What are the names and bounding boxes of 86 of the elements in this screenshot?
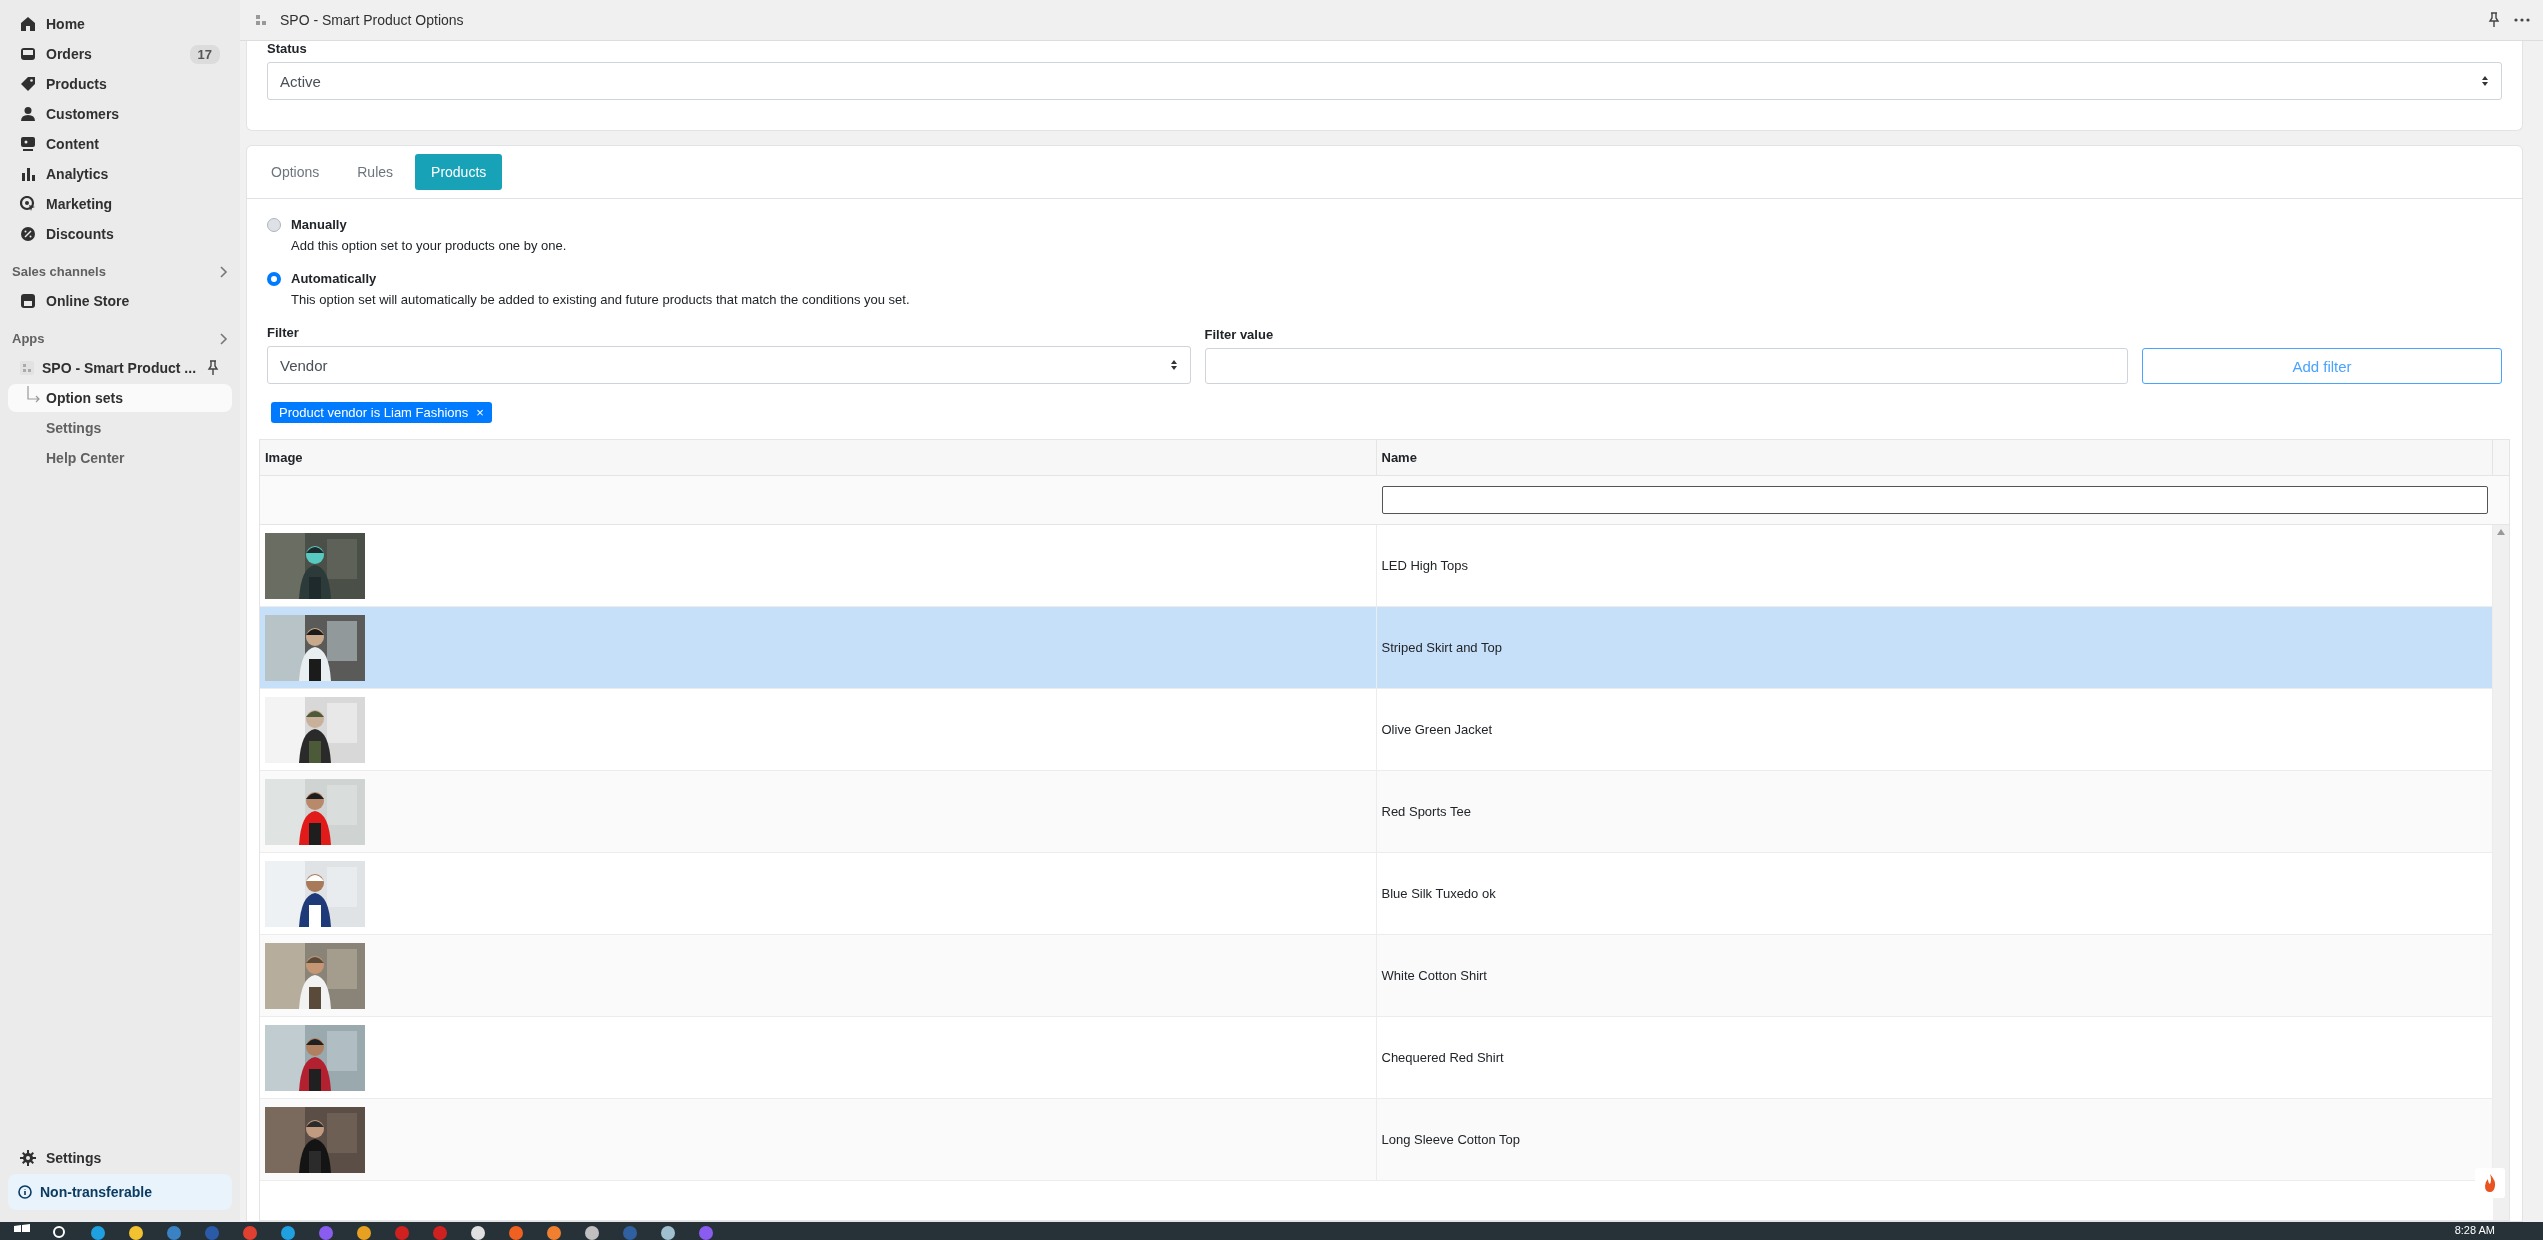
app-icon[interactable] <box>546 1224 562 1240</box>
person-icon <box>20 106 36 122</box>
table-cell: Chequered Red Shirt <box>1381 1050 1504 1065</box>
filter-tag: Product vendor is Liam Fashions × <box>271 402 492 423</box>
app-title: SPO - Smart Product Options <box>280 12 465 28</box>
app-icon[interactable] <box>280 1224 296 1240</box>
nav-item[interactable]: Settings <box>8 1144 232 1172</box>
app-icon <box>20 361 34 375</box>
search-icon[interactable] <box>52 1224 68 1240</box>
app-icon[interactable] <box>128 1224 144 1240</box>
more-icon[interactable] <box>2513 17 2531 23</box>
sort-arrows-icon <box>2481 75 2489 87</box>
count-badge: 17 <box>189 44 220 64</box>
settings-icon <box>20 1150 36 1166</box>
table-row[interactable]: White Cotton Shirt <box>260 935 2493 1017</box>
nav-item[interactable]: Customers <box>8 100 232 128</box>
table-cell: Red Sports Tee <box>1381 804 1471 819</box>
nav-item[interactable]: Products <box>8 70 232 98</box>
app-icon[interactable] <box>660 1224 676 1240</box>
column-header[interactable]: Name <box>1376 440 2493 475</box>
nav-item[interactable]: Marketing <box>8 190 232 218</box>
target-icon <box>20 196 36 212</box>
table-row[interactable]: Striped Skirt and Top <box>260 607 2493 689</box>
table-row[interactable]: Long Sleeve Cotton Top <box>260 1099 2493 1181</box>
app-name[interactable]: SPO - Smart Product ... <box>42 360 197 376</box>
inbox-icon <box>20 46 36 62</box>
filter-select[interactable]: Vendor <box>267 346 1191 384</box>
radio-description: Add this option set to your products one by one. <box>291 238 568 253</box>
radio-button[interactable] <box>267 218 281 232</box>
status-select[interactable]: Active <box>267 62 2502 100</box>
nav-item[interactable]: Option sets <box>8 384 232 412</box>
table-row[interactable]: Blue Silk Tuxedo ok <box>260 853 2493 935</box>
nav-item[interactable]: Online Store <box>8 287 232 315</box>
nav-item[interactable]: Analytics <box>8 160 232 188</box>
table-row[interactable]: Olive Green Jacket <box>260 689 2493 771</box>
table-cell: Blue Silk Tuxedo ok <box>1381 886 1496 901</box>
tab[interactable]: Options <box>255 154 336 190</box>
section-title: Apps <box>12 331 45 346</box>
pin-icon[interactable] <box>206 360 220 376</box>
bar-chart-icon <box>20 166 36 182</box>
table-row[interactable]: Chequered Red Shirt <box>260 1017 2493 1099</box>
table-row[interactable]: LED High Tops <box>260 525 2493 607</box>
name-filter-field[interactable] <box>1381 486 2488 514</box>
clock: 8:28 AM <box>2454 1224 2495 1236</box>
nav-item[interactable]: Home <box>8 10 232 38</box>
app-icon[interactable] <box>584 1224 600 1240</box>
home-icon <box>20 16 36 32</box>
pin-icon[interactable] <box>2487 12 2501 28</box>
field-label: Filter value <box>1204 327 1275 342</box>
nav-item[interactable]: Orders 17 <box>8 40 232 68</box>
app-icon[interactable] <box>356 1224 372 1240</box>
radio-button[interactable] <box>267 272 281 286</box>
table-cell: LED High Tops <box>1381 558 1468 573</box>
discount-icon <box>20 226 36 242</box>
table-cell: White Cotton Shirt <box>1381 968 1487 983</box>
nav-item[interactable]: Settings <box>8 414 232 442</box>
chevron-icon[interactable] <box>218 265 228 278</box>
filter-value-field[interactable] <box>1204 348 2128 384</box>
app-icon[interactable] <box>470 1224 486 1240</box>
tag-icon <box>20 76 36 92</box>
table-cell: Long Sleeve Cotton Top <box>1381 1132 1521 1147</box>
info-icon <box>18 1185 32 1199</box>
field-label: Status <box>267 41 308 56</box>
column-header[interactable]: Image <box>260 440 1377 475</box>
remove-tag-button[interactable]: × <box>476 405 484 420</box>
radio-label[interactable]: Automatically <box>291 271 2502 286</box>
radio-label[interactable]: Manually <box>291 217 2502 232</box>
nav-item[interactable]: Discounts <box>8 220 232 248</box>
flame-icon <box>2482 1173 2498 1193</box>
nav-item[interactable]: Help Center <box>8 444 232 472</box>
sort-arrows-icon <box>1169 359 1178 371</box>
tab[interactable]: Rules <box>341 154 410 190</box>
radio-description: This option set will automatically be added to existing and future products that match the conditions you set. <box>291 292 911 307</box>
chevron-icon[interactable] <box>218 332 228 345</box>
section-title: Sales channels <box>12 264 106 279</box>
table-cell: Striped Skirt and Top <box>1381 640 1502 655</box>
store-icon <box>20 293 36 309</box>
app-icon[interactable] <box>90 1224 106 1240</box>
scroll-up-icon[interactable] <box>2497 529 2505 535</box>
app-icon <box>254 13 268 27</box>
field-label: Filter <box>267 325 300 340</box>
nav-item[interactable]: Content <box>8 130 232 158</box>
plan-banner[interactable]: Non-transferable <box>8 1174 232 1210</box>
table-cell: Olive Green Jacket <box>1381 722 1493 737</box>
monitor-icon <box>20 136 36 152</box>
table-row[interactable]: Red Sports Tee <box>260 771 2493 853</box>
